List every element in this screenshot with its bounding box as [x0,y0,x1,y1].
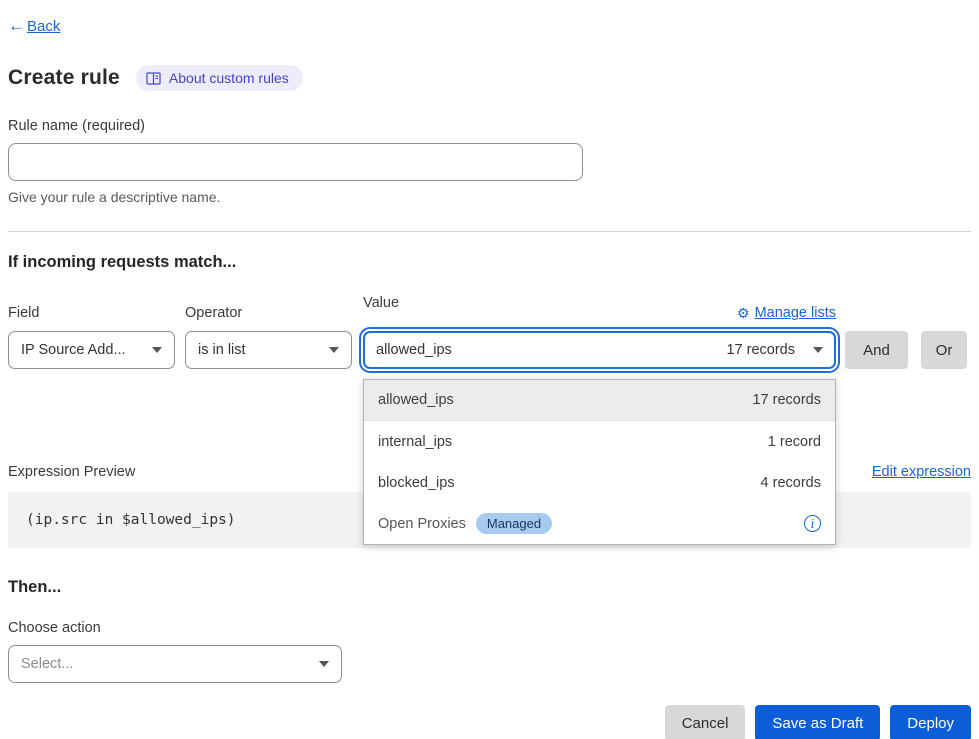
dropdown-option-record-count: 1 record [768,434,821,450]
list-dropdown: allowed_ips 17 records internal_ips 1 re… [363,379,836,545]
dropdown-option-name: Open Proxies [378,516,466,532]
dropdown-option-name: blocked_ips [378,475,455,491]
operator-select[interactable]: is in list [185,331,352,369]
operator-label: Operator [185,305,352,321]
edit-expression-link[interactable]: Edit expression [872,464,971,480]
dropdown-option-name: internal_ips [378,434,452,450]
cancel-button[interactable]: Cancel [665,705,746,739]
dropdown-option-internal-ips[interactable]: internal_ips 1 record [364,421,835,462]
or-button[interactable]: Or [921,331,967,369]
action-select[interactable]: Select... [8,645,342,683]
back-arrow-icon: ← [8,16,25,36]
about-custom-rules-link[interactable]: About custom rules [136,65,303,91]
chevron-down-icon [319,661,329,667]
dropdown-option-record-count: 4 records [761,475,821,491]
deploy-button[interactable]: Deploy [890,705,971,739]
title-row: Create rule About custom rules [8,65,971,91]
expression-code: (ip.src in $allowed_ips) [26,512,236,528]
chevron-down-icon [813,347,823,353]
manage-lists-link[interactable]: ⚙ Manage lists [737,305,836,321]
action-select-placeholder: Select... [21,656,73,672]
dropdown-option-blocked-ips[interactable]: blocked_ips 4 records [364,462,835,503]
chevron-down-icon [152,347,162,353]
value-label-row: Value ⚙ Manage lists [363,295,836,321]
chevron-down-icon [329,347,339,353]
rule-name-input[interactable] [8,143,583,181]
field-column: Field IP Source Add... [8,305,175,369]
value-select[interactable]: allowed_ips 17 records [363,331,836,369]
field-label: Field [8,305,175,321]
footer-actions: Cancel Save as Draft Deploy [8,705,971,739]
back-link-label: Back [27,18,60,35]
book-icon [146,72,161,85]
value-select-record-count: 17 records [726,342,795,358]
then-section-heading: Then... [8,578,971,597]
value-column: Value ⚙ Manage lists allowed_ips 17 reco… [363,295,836,369]
about-custom-rules-label: About custom rules [169,70,289,86]
dropdown-option-open-proxies[interactable]: Open Proxies Managed i [364,503,835,544]
operator-column: Operator is in list [185,305,352,369]
operator-select-value: is in list [198,342,246,358]
page-title: Create rule [8,66,120,90]
section-divider [8,231,971,232]
field-select-value: IP Source Add... [21,342,126,358]
rule-name-label: Rule name (required) [8,118,971,134]
choose-action-label: Choose action [8,620,971,636]
condition-row: Field IP Source Add... Operator is in li… [8,295,971,369]
field-select[interactable]: IP Source Add... [8,331,175,369]
manage-lists-label: Manage lists [755,305,836,321]
create-rule-page: ←Back Create rule About custom rules Rul… [0,0,979,739]
value-label: Value [363,295,399,311]
info-icon[interactable]: i [804,515,821,532]
rule-name-helper-text: Give your rule a descriptive name. [8,189,971,205]
value-select-value: allowed_ips [376,342,452,358]
value-select-meta-group: 17 records [726,342,823,358]
dropdown-option-name: allowed_ips [378,392,454,408]
dropdown-option-allowed-ips[interactable]: allowed_ips 17 records [364,380,835,421]
gear-icon: ⚙ [737,306,750,320]
save-as-draft-button[interactable]: Save as Draft [755,705,880,739]
dropdown-option-name-group: Open Proxies Managed [378,513,552,534]
managed-badge: Managed [476,513,552,534]
and-button[interactable]: And [845,331,908,369]
back-link[interactable]: ←Back [8,16,60,36]
expression-preview-label: Expression Preview [8,464,135,480]
match-section-heading: If incoming requests match... [8,253,971,272]
dropdown-option-record-count: 17 records [752,392,821,408]
